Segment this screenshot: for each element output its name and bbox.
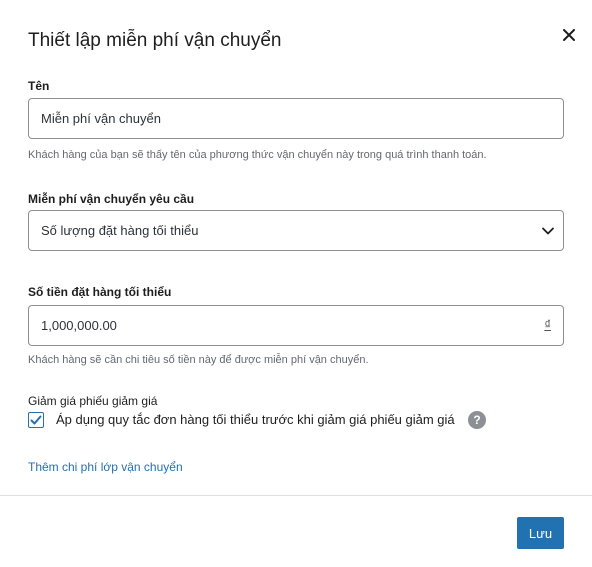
name-input-value: Miễn phí vận chuyển bbox=[41, 111, 161, 126]
modal-title: Thiết lập miễn phí vận chuyển bbox=[28, 30, 282, 51]
min-amount-help-text: Khách hàng sẽ cần chi tiêu số tiền này đ… bbox=[28, 354, 369, 366]
currency-symbol: ₫ bbox=[544, 317, 551, 332]
requires-select-value: Số lượng đặt hàng tối thiểu bbox=[41, 223, 199, 238]
name-input[interactable]: Miễn phí vận chuyển bbox=[28, 98, 564, 139]
requires-label: Miễn phí vận chuyển yêu cầu bbox=[28, 192, 195, 206]
save-button[interactable]: Lưu bbox=[517, 517, 564, 549]
close-button[interactable] bbox=[558, 24, 580, 46]
close-icon bbox=[563, 29, 575, 41]
apply-min-rule-label[interactable]: Áp dụng quy tắc đơn hàng tối thiểu trước… bbox=[56, 412, 455, 427]
help-icon[interactable]: ? bbox=[468, 411, 486, 429]
chevron-down-icon bbox=[542, 227, 554, 235]
name-help-text: Khách hàng của bạn sẽ thấy tên của phươn… bbox=[28, 149, 487, 161]
apply-min-rule-checkbox[interactable] bbox=[28, 412, 44, 428]
footer-divider bbox=[0, 495, 592, 496]
min-amount-value: 1,000,000.00 bbox=[41, 318, 117, 333]
name-label: Tên bbox=[28, 79, 50, 93]
min-amount-label: Số tiền đặt hàng tối thiểu bbox=[28, 285, 172, 299]
shipping-settings-modal: Thiết lập miễn phí vận chuyển Tên Miễn p… bbox=[0, 0, 592, 567]
min-amount-input[interactable]: 1,000,000.00 ₫ bbox=[28, 305, 564, 346]
add-class-cost-link[interactable]: Thêm chi phí lớp vận chuyển bbox=[28, 460, 183, 474]
requires-select[interactable]: Số lượng đặt hàng tối thiểu bbox=[28, 210, 564, 251]
checkmark-icon bbox=[30, 415, 42, 425]
coupon-section-label: Giảm giá phiếu giảm giá bbox=[28, 394, 158, 408]
